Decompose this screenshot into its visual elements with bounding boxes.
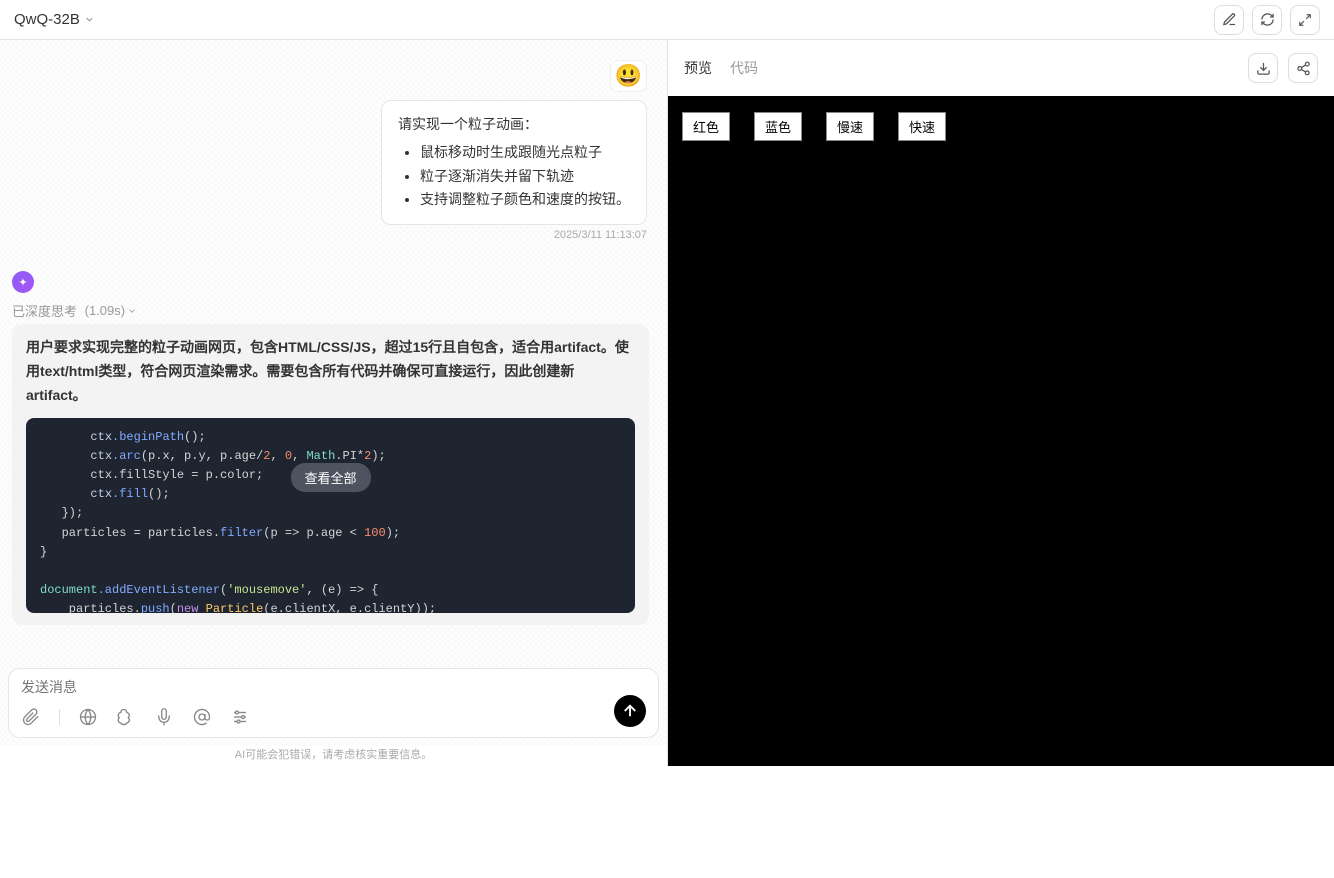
tab-code[interactable]: 代码: [730, 58, 758, 78]
chat-pane: 😃 请实现一个粒子动画： 鼠标移动时生成跟随光点粒子 粒子逐渐消失并留下轨迹 支…: [0, 40, 667, 766]
globe-icon: [79, 708, 97, 726]
settings-button[interactable]: [230, 707, 250, 727]
sliders-icon: [231, 708, 249, 726]
code-block: ctx.beginPath(); ctx.arc(p.x, p.y, p.age…: [26, 418, 635, 613]
message-input-area: [8, 668, 659, 738]
expand-button[interactable]: [1290, 5, 1320, 35]
app-header: QwQ-32B: [0, 0, 1334, 40]
paperclip-icon: [22, 708, 40, 726]
download-icon: [1256, 61, 1271, 76]
message-timestamp: 2025/3/11 11:13:07: [554, 229, 647, 241]
chevron-down-icon: [84, 14, 95, 25]
user-avatar: 😃: [610, 60, 647, 92]
thinking-duration: (1.09s): [85, 303, 125, 318]
arrow-up-icon: [621, 702, 639, 720]
footer-disclaimer: AI可能会犯错误，请考虑核实重要信息。: [0, 746, 667, 766]
send-button[interactable]: [614, 695, 646, 727]
expand-icon: [1298, 13, 1312, 27]
user-msg-intro: 请实现一个粒子动画：: [398, 113, 630, 137]
preview-header: 预览 代码: [668, 40, 1334, 96]
chat-scroll[interactable]: 😃 请实现一个粒子动画： 鼠标移动时生成跟随光点粒子 粒子逐渐消失并留下轨迹 支…: [0, 40, 667, 660]
slow-button[interactable]: 慢速: [826, 112, 874, 141]
assistant-avatar: ✦: [12, 271, 34, 293]
chevron-down-icon: [127, 306, 137, 316]
download-button[interactable]: [1248, 53, 1278, 83]
assistant-message-row: ✦ 已深度思考 (1.09s) 用户要求实现完整的粒子动画网页，包含HTML/C…: [10, 271, 657, 624]
view-all-button[interactable]: 查看全部: [290, 463, 370, 492]
share-button[interactable]: [1288, 53, 1318, 83]
tab-preview[interactable]: 预览: [684, 58, 712, 78]
input-toolbar: [21, 707, 646, 727]
brain-button[interactable]: [116, 707, 136, 727]
mic-button[interactable]: [154, 707, 174, 727]
main-area: 😃 请实现一个粒子动画： 鼠标移动时生成跟随光点粒子 粒子逐渐消失并留下轨迹 支…: [0, 40, 1334, 766]
preview-pane: 预览 代码 红色 蓝色 慢速 快速 ➤: [667, 40, 1334, 766]
thinking-text: 用户要求实现完整的粒子动画网页，包含HTML/CSS/JS，超过15行且自包含，…: [26, 336, 635, 407]
thinking-status[interactable]: 已深度思考 (1.09s): [12, 301, 657, 320]
model-name-text: QwQ-32B: [14, 11, 80, 28]
fast-button[interactable]: 快速: [898, 112, 946, 141]
list-item: 粒子逐渐消失并留下轨迹: [420, 165, 630, 189]
model-selector[interactable]: QwQ-32B: [14, 11, 95, 28]
message-input[interactable]: [21, 679, 646, 695]
divider: [59, 709, 60, 725]
microphone-icon: [155, 708, 173, 726]
pencil-icon: [1222, 12, 1237, 27]
list-item: 支持调整粒子颜色和速度的按钮。: [420, 188, 630, 212]
edit-button[interactable]: [1214, 5, 1244, 35]
list-item: 鼠标移动时生成跟随光点粒子: [420, 141, 630, 165]
refresh-icon: [1260, 12, 1275, 27]
attach-button[interactable]: [21, 707, 41, 727]
mention-button[interactable]: [192, 707, 212, 727]
canvas-controls: 红色 蓝色 慢速 快速: [682, 112, 946, 141]
user-message-bubble: 请实现一个粒子动画： 鼠标移动时生成跟随光点粒子 粒子逐渐消失并留下轨迹 支持调…: [381, 100, 647, 225]
header-actions: [1214, 5, 1320, 35]
preview-actions: [1248, 53, 1318, 83]
blue-button[interactable]: 蓝色: [754, 112, 802, 141]
thinking-label: 已深度思考: [12, 301, 77, 320]
globe-button[interactable]: [78, 707, 98, 727]
particle-canvas[interactable]: 红色 蓝色 慢速 快速 ➤: [668, 96, 1334, 766]
thinking-block: 用户要求实现完整的粒子动画网页，包含HTML/CSS/JS，超过15行且自包含，…: [12, 324, 649, 624]
at-icon: [193, 708, 211, 726]
brain-icon: [117, 708, 135, 726]
preview-tabs: 预览 代码: [684, 58, 758, 78]
user-msg-list: 鼠标移动时生成跟随光点粒子 粒子逐渐消失并留下轨迹 支持调整粒子颜色和速度的按钮…: [398, 141, 630, 212]
user-message-row: 😃 请实现一个粒子动画： 鼠标移动时生成跟随光点粒子 粒子逐渐消失并留下轨迹 支…: [10, 60, 657, 241]
share-icon: [1296, 61, 1311, 76]
refresh-button[interactable]: [1252, 5, 1282, 35]
red-button[interactable]: 红色: [682, 112, 730, 141]
